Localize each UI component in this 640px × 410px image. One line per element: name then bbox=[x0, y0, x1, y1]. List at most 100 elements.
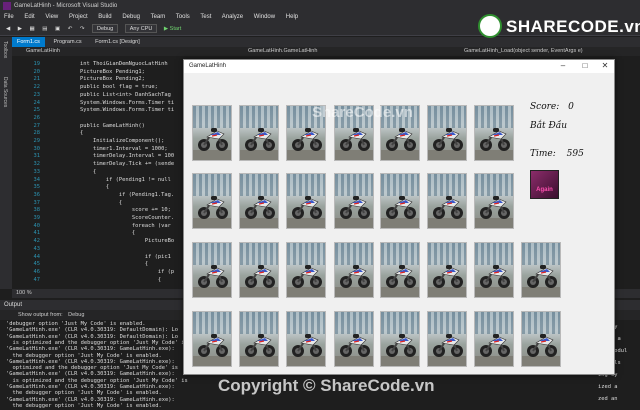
new-project-icon[interactable]: ▦ bbox=[30, 23, 35, 36]
output-source-label: Show output from: bbox=[18, 312, 63, 318]
nav-project-dropdown[interactable]: GameLatHinh bbox=[26, 47, 60, 56]
card-tile[interactable] bbox=[474, 242, 514, 298]
open-file-icon[interactable]: ▤ bbox=[42, 23, 47, 36]
menu-tools[interactable]: Tools bbox=[176, 14, 190, 20]
platform-dropdown[interactable]: Any CPU bbox=[124, 24, 158, 34]
card-tile[interactable] bbox=[286, 311, 326, 367]
motorbike-icon bbox=[245, 128, 275, 151]
zoom-level[interactable]: 100 % bbox=[16, 290, 32, 296]
motorbike-icon bbox=[386, 196, 416, 219]
motorbike-icon bbox=[480, 128, 510, 151]
card-tile[interactable] bbox=[427, 173, 467, 229]
time-value: 595 bbox=[566, 149, 584, 159]
motorbike-icon bbox=[386, 128, 416, 151]
logo-emblem-icon bbox=[478, 14, 502, 38]
card-tile[interactable] bbox=[521, 311, 561, 367]
card-tile[interactable] bbox=[239, 173, 279, 229]
menu-help[interactable]: Help bbox=[286, 14, 298, 20]
card-tile[interactable] bbox=[192, 242, 232, 298]
motorbike-icon bbox=[198, 334, 228, 357]
motorbike-icon bbox=[480, 334, 510, 357]
output-title: Output bbox=[4, 302, 23, 308]
card-tile[interactable] bbox=[192, 173, 232, 229]
center-watermark: ShareCode.vn bbox=[312, 104, 413, 121]
menu-window[interactable]: Window bbox=[254, 14, 275, 20]
motorbike-icon bbox=[527, 334, 557, 357]
motorbike-icon bbox=[245, 196, 275, 219]
menu-build[interactable]: Build bbox=[98, 14, 111, 20]
side-tool-strip: Toolbox Data Sources bbox=[0, 37, 12, 289]
menu-project[interactable]: Project bbox=[69, 14, 88, 20]
card-tile[interactable] bbox=[521, 242, 561, 298]
card-tile[interactable] bbox=[239, 311, 279, 367]
config-dropdown[interactable]: Debug bbox=[92, 24, 119, 34]
motorbike-icon bbox=[433, 196, 463, 219]
nav-member-dropdown[interactable]: GameLatHinh_Load(object sender, EventArg… bbox=[464, 47, 583, 56]
start-button[interactable]: ▶ Start bbox=[164, 23, 181, 36]
card-tile[interactable] bbox=[380, 311, 420, 367]
card-tile[interactable] bbox=[334, 242, 374, 298]
card-tile[interactable] bbox=[286, 242, 326, 298]
motorbike-icon bbox=[292, 334, 322, 357]
save-icon[interactable]: ▣ bbox=[55, 23, 60, 36]
forward-icon[interactable]: ▶ bbox=[18, 23, 22, 36]
motorbike-icon bbox=[386, 265, 416, 288]
back-icon[interactable]: ◀ bbox=[6, 23, 10, 36]
visual-studio-window: GameLatHinh - Microsoft Visual Studio Fi… bbox=[0, 0, 640, 410]
tab-form1-cs[interactable]: Form1.cs bbox=[12, 37, 45, 47]
motorbike-icon bbox=[340, 334, 370, 357]
minimize-icon[interactable]: – bbox=[554, 60, 572, 73]
tab-program-cs[interactable]: Program.cs bbox=[48, 37, 86, 47]
score-value: 0 bbox=[568, 102, 574, 112]
menu-test[interactable]: Test bbox=[200, 14, 211, 20]
menu-view[interactable]: View bbox=[45, 14, 58, 20]
menu-analyze[interactable]: Analyze bbox=[222, 14, 243, 20]
game-title-bar: GameLatHinh bbox=[184, 60, 614, 73]
navigation-bar: GameLatHinh GameLatHinh.GameLatHinh Game… bbox=[12, 47, 640, 56]
motorbike-icon bbox=[433, 128, 463, 151]
card-tile[interactable] bbox=[427, 242, 467, 298]
toolbox-tab[interactable]: Toolbox bbox=[2, 41, 8, 58]
card-tile[interactable] bbox=[239, 105, 279, 161]
card-tile[interactable] bbox=[286, 173, 326, 229]
start-button[interactable]: Bắt Đầu bbox=[530, 121, 567, 131]
close-icon[interactable]: ✕ bbox=[596, 60, 614, 73]
data-sources-tab[interactable]: Data Sources bbox=[2, 77, 8, 107]
output-line-overflow: zed an bbox=[598, 396, 618, 402]
menu-debug[interactable]: Debug bbox=[122, 14, 140, 20]
redo-icon[interactable]: ↷ bbox=[80, 23, 85, 36]
title-bar: GameLatHinh - Microsoft Visual Studio bbox=[0, 0, 640, 12]
motorbike-icon bbox=[198, 196, 228, 219]
copyright-watermark: Copyright © ShareCode.vn bbox=[218, 376, 435, 395]
play-again-button[interactable]: Again bbox=[530, 170, 559, 199]
code-text: { bbox=[54, 276, 162, 283]
card-tile[interactable] bbox=[380, 242, 420, 298]
card-tile[interactable] bbox=[334, 173, 374, 229]
menu-team[interactable]: Team bbox=[151, 14, 166, 20]
nav-class-dropdown[interactable]: GameLatHinh.GameLatHinh bbox=[248, 47, 317, 56]
card-tile[interactable] bbox=[427, 105, 467, 161]
card-tile[interactable] bbox=[334, 311, 374, 367]
card-tile[interactable] bbox=[474, 311, 514, 367]
motorbike-icon bbox=[480, 196, 510, 219]
card-tile[interactable] bbox=[192, 311, 232, 367]
undo-icon[interactable]: ↶ bbox=[68, 23, 73, 36]
output-source-dropdown[interactable]: Debug bbox=[68, 312, 84, 318]
menu-edit[interactable]: Edit bbox=[24, 14, 34, 20]
card-tile[interactable] bbox=[427, 311, 467, 367]
motorbike-icon bbox=[340, 196, 370, 219]
motorbike-icon bbox=[292, 128, 322, 151]
line-number: 47 bbox=[33, 276, 41, 283]
card-tile[interactable] bbox=[380, 173, 420, 229]
menu-file[interactable]: File bbox=[4, 14, 14, 20]
window-title: GameLatHinh - Microsoft Visual Studio bbox=[14, 3, 118, 9]
card-tile[interactable] bbox=[239, 242, 279, 298]
card-tile[interactable] bbox=[474, 173, 514, 229]
logo-text: SHARECODE.vn bbox=[506, 17, 640, 36]
motorbike-icon bbox=[292, 196, 322, 219]
card-tile[interactable] bbox=[474, 105, 514, 161]
tab-form1-design[interactable]: Form1.cs [Design] bbox=[90, 37, 145, 47]
maximize-icon[interactable]: □ bbox=[576, 60, 594, 73]
card-tile[interactable] bbox=[192, 105, 232, 161]
sharecode-logo: SHARECODE.vn bbox=[478, 14, 640, 40]
